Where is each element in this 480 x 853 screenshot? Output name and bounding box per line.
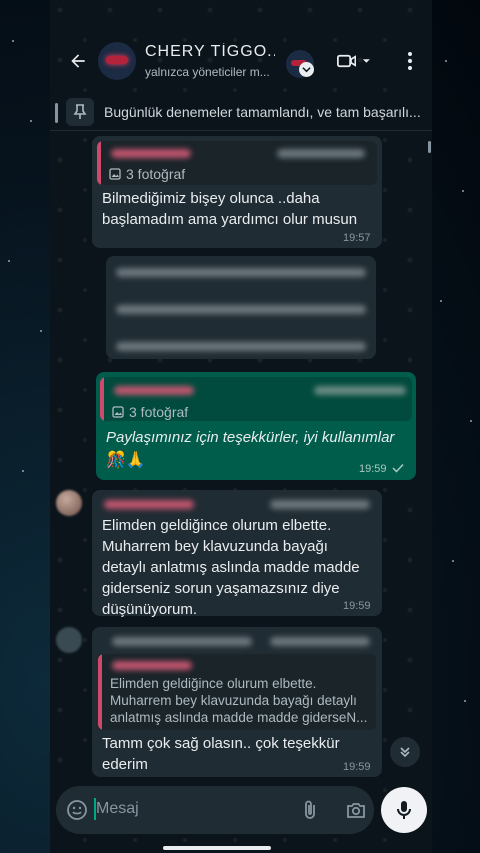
pinned-indicator [55, 103, 58, 123]
reply-quote[interactable]: 3 fotoğraf [97, 141, 377, 185]
sender-name-blurred [104, 500, 194, 509]
reply-quote[interactable]: 3 fotoğraf [100, 377, 412, 421]
double-chevron-down-icon [400, 747, 410, 758]
quote-author-blurred [114, 386, 194, 395]
quote-author-blurred [112, 661, 192, 670]
image-icon [112, 406, 124, 418]
attach-button[interactable] [299, 799, 321, 821]
camera-icon [347, 803, 365, 818]
quote-media: 3 fotoğraf [109, 166, 185, 182]
chevron-down-icon [299, 62, 314, 77]
message-time: 19:57 [343, 232, 371, 244]
sender-name-blurred [112, 637, 252, 646]
message-bubble-blurred[interactable] [106, 256, 376, 359]
message-text: Tamm çok sağ olasın.. çok teşekkür ederi… [102, 735, 340, 773]
message-time: 19:59 [343, 600, 371, 612]
quote-author-blurred [111, 149, 191, 158]
group-subtitle: yalnızca yöneticiler m... [145, 65, 270, 79]
quote-meta-blurred [314, 386, 406, 395]
chat-header: CHERY TİGGO... yalnızca yöneticiler m... [50, 30, 432, 92]
message-bubble-incoming[interactable]: Elimden geldiğince olurum elbette. Muhar… [92, 627, 382, 777]
message-bubble-incoming[interactable]: 3 fotoğraf Bilmediğimiz bişey olunca ..d… [92, 136, 382, 248]
quote-media-label: 3 fotoğraf [129, 404, 189, 420]
caret-down-icon [363, 59, 371, 63]
blurred-line [116, 305, 366, 314]
message-text: Bilmediğimiz bişey olunca ..daha başlama… [102, 190, 358, 228]
scroll-to-bottom-button[interactable] [390, 737, 420, 767]
chat-screen: CHERY TİGGO... yalnızca yöneticiler m...… [50, 0, 432, 853]
sender-meta-blurred [270, 500, 370, 509]
video-call-button[interactable] [337, 49, 371, 73]
sticker-emoji-icon [67, 800, 87, 820]
quote-text: Elimden geldiğince olurum elbette. Muhar… [110, 676, 368, 725]
scrollbar[interactable] [428, 141, 431, 153]
voice-message-button[interactable] [381, 787, 427, 833]
message-emoji: 🎊🙏 [106, 452, 146, 469]
quote-media-label: 3 fotoğraf [126, 166, 186, 182]
message-bubble-outgoing[interactable]: 3 fotoğraf Paylaşımınız için teşekkürler… [96, 372, 416, 480]
arrow-left-icon [71, 54, 85, 68]
message-time: 19:59 [359, 463, 387, 475]
camera-button[interactable] [345, 799, 367, 821]
reply-quote[interactable]: Elimden geldiğince olurum elbette. Muhar… [98, 654, 376, 730]
sender-avatar[interactable] [56, 490, 82, 516]
quote-media: 3 fotoğraf [112, 404, 188, 420]
message-composer[interactable]: Mesaj [56, 786, 374, 834]
pinned-message-bar[interactable]: Bugünlük denemeler tamamlandı, ve tam ba… [50, 94, 432, 131]
message-text: Elimden geldiğince olurum elbette. Muhar… [102, 517, 360, 618]
group-info[interactable]: CHERY TİGGO... yalnızca yöneticiler m... [145, 43, 275, 79]
message-text: Paylaşımınız için teşekkürler, iyi kulla… [106, 429, 395, 446]
message-input[interactable]: Mesaj [96, 800, 139, 818]
microphone-icon [397, 801, 411, 819]
group-avatar[interactable] [98, 42, 136, 80]
blurred-line [116, 342, 366, 351]
pin-icon [66, 98, 94, 126]
single-check-icon [392, 463, 404, 473]
image-icon [109, 168, 121, 180]
blurred-line [116, 268, 366, 277]
back-button[interactable] [58, 41, 98, 81]
emoji-button[interactable] [66, 799, 88, 821]
video-camera-icon [337, 54, 357, 68]
pinned-text: Bugünlük denemeler tamamlandı, ve tam ba… [104, 104, 421, 120]
sender-avatar[interactable] [56, 627, 82, 653]
sender-meta-blurred [270, 637, 370, 646]
message-bubble-incoming[interactable]: Elimden geldiğince olurum elbette. Muhar… [92, 490, 382, 618]
quote-meta-blurred [277, 149, 365, 158]
message-time: 19:59 [343, 761, 371, 773]
group-title: CHERY TİGGO... [145, 43, 275, 60]
more-options-button[interactable] [400, 50, 420, 72]
more-vertical-icon [408, 52, 412, 70]
paperclip-icon [305, 800, 315, 819]
home-indicator[interactable] [163, 846, 271, 850]
